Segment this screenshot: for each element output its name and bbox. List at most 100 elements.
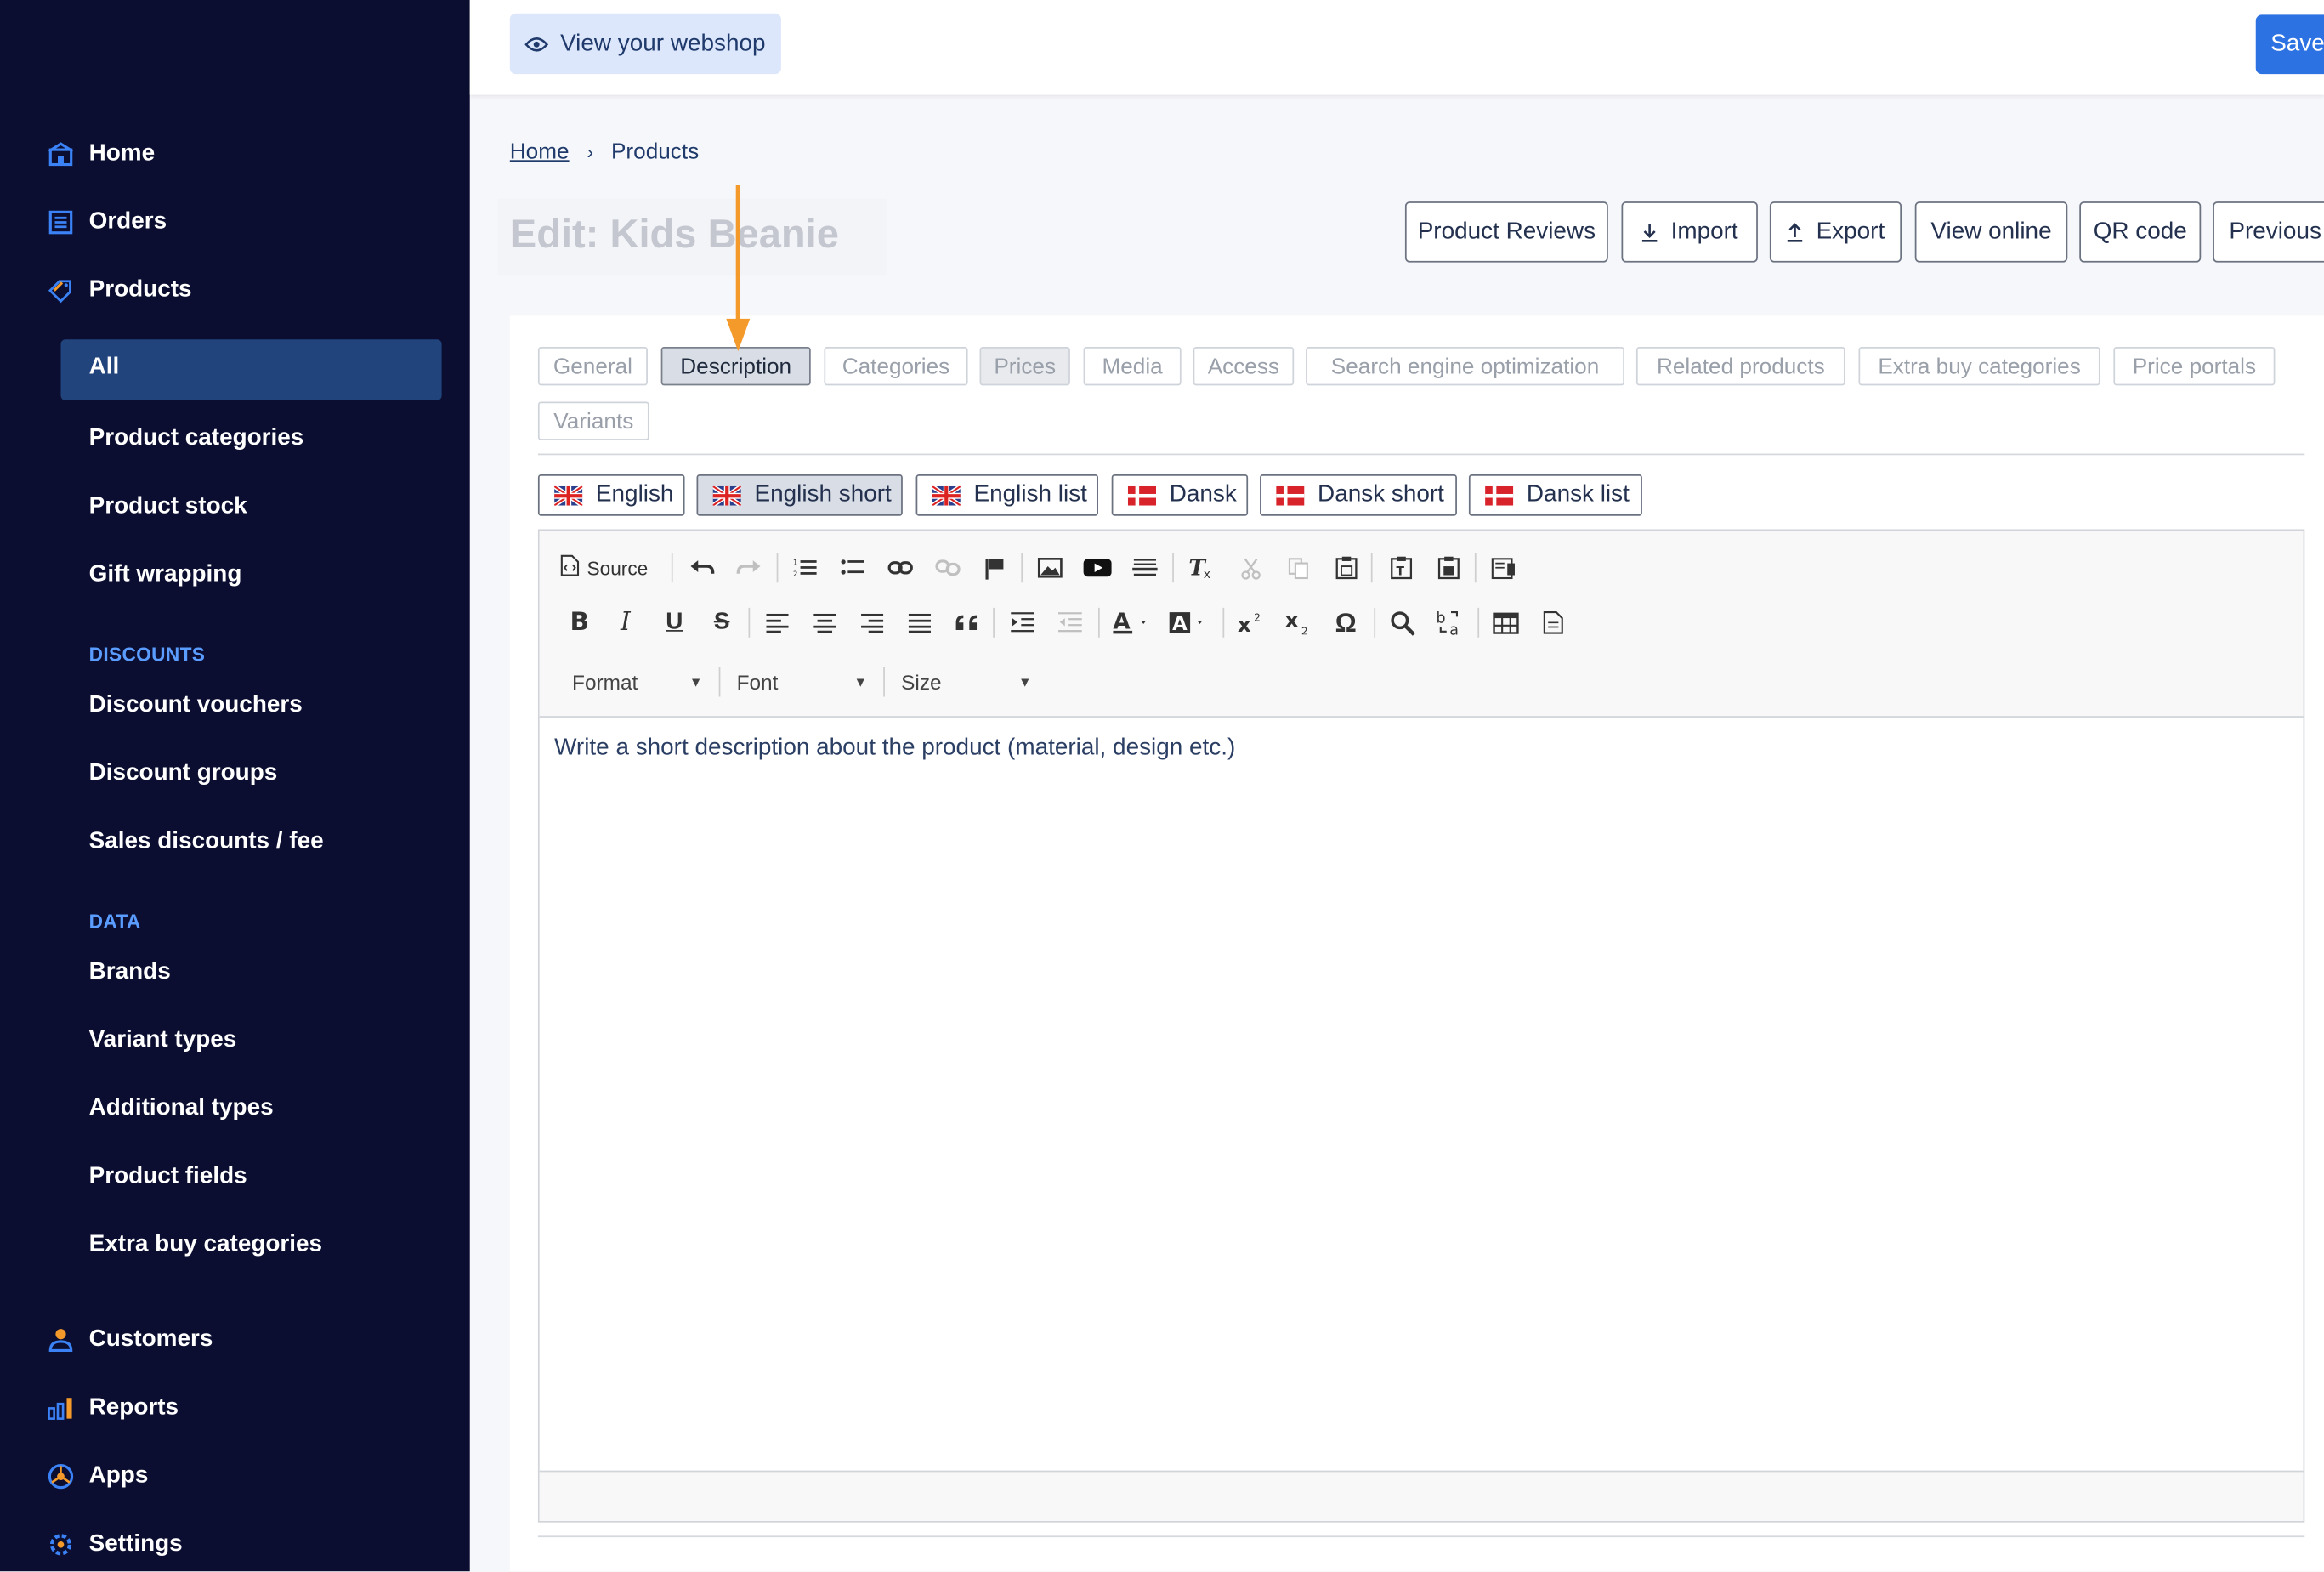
- align-left-icon[interactable]: [760, 606, 792, 638]
- paste-icon[interactable]: [1329, 552, 1362, 584]
- sidebar-item-all[interactable]: All: [60, 339, 442, 400]
- qr-code-button[interactable]: QR code: [2079, 201, 2202, 263]
- nav-reports[interactable]: Reports: [48, 1390, 179, 1426]
- tab-general[interactable]: General: [537, 347, 648, 386]
- tab-variants[interactable]: Variants: [537, 401, 649, 440]
- sidebar-item-gift-wrapping[interactable]: Gift wrapping: [89, 559, 242, 591]
- sidebar-item-variant-types[interactable]: Variant types: [89, 1024, 237, 1057]
- paste-word-icon[interactable]: [1431, 552, 1464, 584]
- lang-tab-english-short[interactable]: English short: [696, 474, 903, 516]
- undo-icon[interactable]: [685, 552, 717, 584]
- tab-access[interactable]: Access: [1193, 347, 1295, 386]
- justify-icon[interactable]: [903, 606, 935, 638]
- cut-icon[interactable]: [1234, 552, 1267, 584]
- lang-tab-dansk-label: Dansk: [1169, 481, 1237, 508]
- replace-icon[interactable]: ba: [1433, 606, 1465, 638]
- redo-icon[interactable]: [732, 552, 764, 584]
- table-icon[interactable]: [1489, 606, 1522, 638]
- align-right-icon[interactable]: [855, 606, 887, 638]
- image-icon[interactable]: [1033, 552, 1065, 584]
- lang-tab-dansk-short[interactable]: Dansk short: [1260, 474, 1457, 516]
- lang-tab-dansk[interactable]: Dansk: [1111, 474, 1249, 516]
- copy-icon[interactable]: [1282, 552, 1314, 584]
- superscript-icon[interactable]: x2: [1234, 606, 1267, 638]
- tab-media[interactable]: Media: [1083, 347, 1182, 386]
- tab-categories[interactable]: Categories: [824, 347, 968, 386]
- blockquote-icon[interactable]: [950, 606, 983, 638]
- save-button[interactable]: Save: [2255, 14, 2324, 75]
- source-button[interactable]: Source: [560, 552, 664, 584]
- background-color-icon[interactable]: A: [1166, 606, 1210, 638]
- paste-text-icon[interactable]: T: [1385, 552, 1417, 584]
- lang-tab-english[interactable]: English: [537, 474, 685, 516]
- anchor-flag-icon[interactable]: [978, 552, 1011, 584]
- page-title: Edit: Kids Beanie: [509, 212, 839, 257]
- nav-home[interactable]: Home: [48, 136, 155, 172]
- sidebar-item-extra-buy-categories[interactable]: Extra buy categories: [89, 1229, 322, 1261]
- editor-content[interactable]: Write a short description about the prod…: [554, 735, 1235, 762]
- lang-tab-dansk-short-label: Dansk short: [1318, 481, 1444, 508]
- italic-icon[interactable]: I: [609, 606, 642, 638]
- toolbar-separator: [1021, 553, 1023, 583]
- previous-button[interactable]: Previous: [2213, 201, 2324, 263]
- import-button[interactable]: Import: [1621, 201, 1758, 263]
- horizontal-line-icon[interactable]: [1128, 552, 1160, 584]
- toolbar-separator: [1098, 607, 1100, 638]
- svg-text:2: 2: [793, 570, 798, 578]
- tab-related-products[interactable]: Related products: [1635, 347, 1845, 386]
- sidebar-item-additional-types[interactable]: Additional types: [89, 1092, 274, 1125]
- product-reviews-label: Product Reviews: [1417, 218, 1596, 244]
- bulleted-list-icon[interactable]: [836, 552, 868, 584]
- bold-icon[interactable]: B: [564, 606, 596, 638]
- sidebar-item-product-categories[interactable]: Product categories: [89, 423, 304, 455]
- nav-apps[interactable]: Apps: [48, 1459, 149, 1495]
- view-webshop-label: View your webshop: [560, 30, 766, 56]
- sidebar-item-product-fields[interactable]: Product fields: [89, 1161, 247, 1193]
- outdent-icon[interactable]: [1054, 606, 1086, 638]
- remove-format-icon[interactable]: Tx: [1184, 552, 1216, 584]
- view-webshop-button[interactable]: View your webshop: [509, 13, 781, 75]
- nav-settings[interactable]: Settings: [48, 1527, 183, 1563]
- youtube-icon[interactable]: [1080, 552, 1113, 584]
- breadcrumb-home-link[interactable]: Home: [510, 139, 570, 165]
- tab-extra-buy-categories[interactable]: Extra buy categories: [1858, 347, 2100, 386]
- template-icon[interactable]: [1537, 606, 1569, 638]
- find-icon[interactable]: [1386, 606, 1418, 638]
- numbered-list-icon[interactable]: 12: [789, 552, 821, 584]
- link-icon[interactable]: [883, 552, 915, 584]
- text-color-icon[interactable]: A: [1110, 606, 1154, 638]
- align-center-icon[interactable]: [808, 606, 840, 638]
- product-reviews-button[interactable]: Product Reviews: [1404, 201, 1608, 263]
- tab-price-portals[interactable]: Price portals: [2113, 347, 2276, 386]
- format-dropdown[interactable]: Format ▼: [572, 666, 702, 698]
- sidebar-item-discount-vouchers[interactable]: Discount vouchers: [89, 690, 303, 722]
- sidebar-item-discount-groups[interactable]: Discount groups: [89, 758, 278, 790]
- size-dropdown[interactable]: Size ▼: [901, 666, 1031, 698]
- strikethrough-icon[interactable]: S: [706, 606, 738, 638]
- breadcrumb-current: Products: [610, 139, 700, 165]
- indent-icon[interactable]: [1006, 606, 1039, 638]
- import-label: Import: [1670, 218, 1738, 244]
- nav-orders[interactable]: Orders: [48, 205, 167, 241]
- toolbar-separator: [1172, 553, 1174, 583]
- lang-tab-dansk-list[interactable]: Dansk list: [1468, 474, 1642, 516]
- sidebar-item-all-label: All: [88, 354, 120, 380]
- sidebar-item-brands[interactable]: Brands: [89, 956, 171, 989]
- lang-tab-english-list[interactable]: English list: [915, 474, 1099, 516]
- unlink-icon[interactable]: [931, 552, 963, 584]
- tab-seo[interactable]: Search engine optimization: [1306, 347, 1624, 386]
- underline-icon[interactable]: U: [658, 606, 690, 638]
- tab-prices[interactable]: Prices: [979, 347, 1070, 386]
- sidebar-item-sales-discounts[interactable]: Sales discounts / fee: [89, 826, 324, 858]
- subscript-icon[interactable]: x2: [1282, 606, 1314, 638]
- annotation-arrow-icon: [726, 184, 751, 352]
- export-button[interactable]: Export: [1769, 201, 1902, 263]
- sidebar-item-product-stock[interactable]: Product stock: [89, 491, 247, 523]
- reports-icon: [48, 1395, 74, 1422]
- spellcheck-icon[interactable]: [1487, 552, 1519, 584]
- nav-products[interactable]: Products: [48, 273, 192, 309]
- nav-customers[interactable]: Customers: [48, 1322, 213, 1358]
- view-online-button[interactable]: View online: [1914, 201, 2068, 263]
- special-character-icon[interactable]: Ω: [1329, 606, 1362, 638]
- font-dropdown[interactable]: Font ▼: [737, 666, 867, 698]
